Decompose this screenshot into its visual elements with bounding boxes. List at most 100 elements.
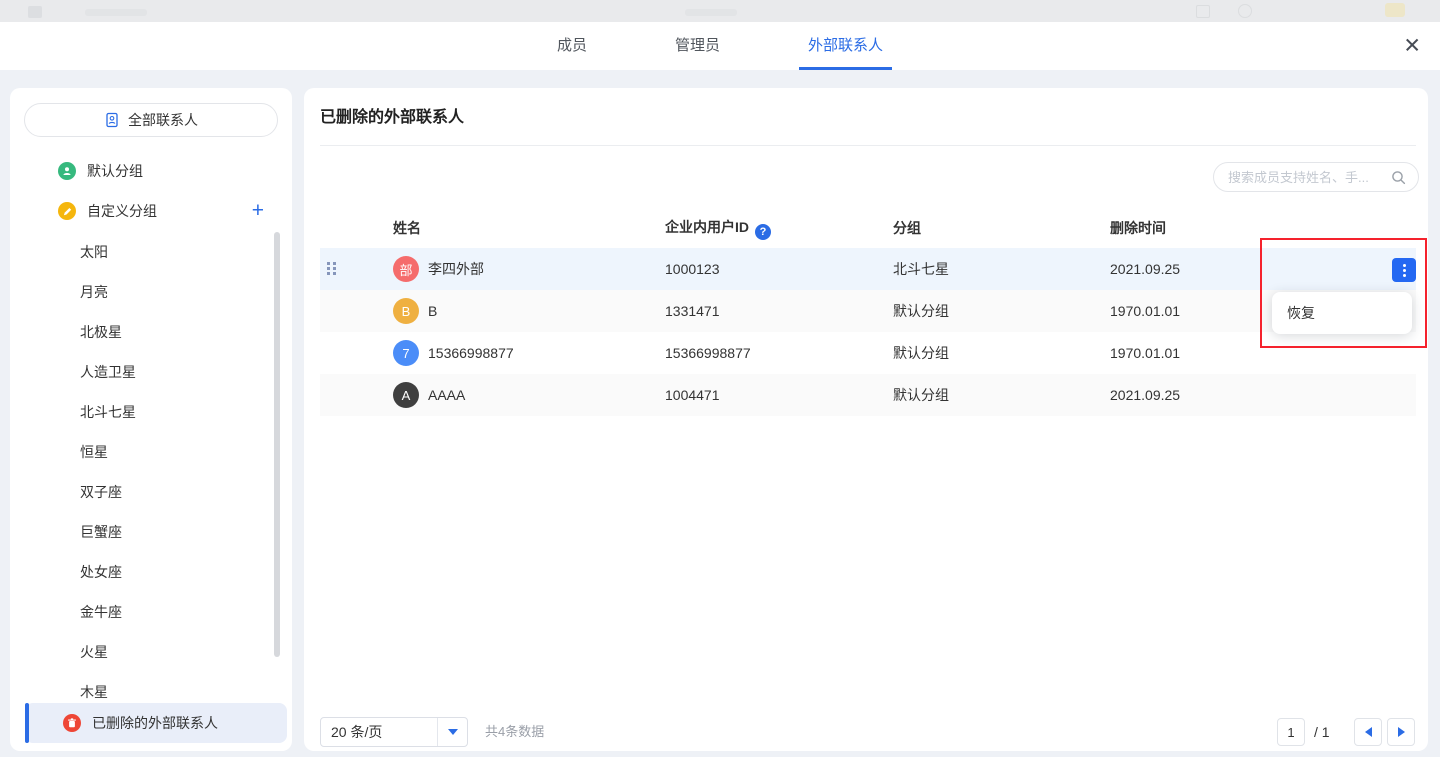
arrow-left-icon (1365, 727, 1372, 737)
sidebar-group-item[interactable]: 木星 (10, 672, 280, 703)
next-page-button[interactable] (1387, 718, 1415, 746)
contact-name: 15366998877 (428, 345, 514, 361)
table-row[interactable]: A AAAA 1004471 默认分组 2021.09.25 (320, 374, 1416, 416)
search-input[interactable] (1228, 170, 1385, 185)
sidebar-group-item[interactable]: 北斗七星 (10, 392, 280, 432)
tab-members[interactable]: 成员 (557, 22, 587, 70)
tab-external-contacts[interactable]: 外部联系人 (808, 22, 883, 70)
sidebar-item-default-group[interactable]: 默认分组 (24, 153, 278, 189)
column-name-label: 姓名 (393, 218, 421, 238)
sidebar-group-item[interactable]: 处女座 (10, 552, 280, 592)
page-total-label: / 1 (1314, 718, 1330, 746)
page-number-input[interactable]: 1 (1277, 718, 1305, 746)
dimmed-app-logo (28, 6, 42, 18)
column-deleted-time: 删除时间 (1110, 218, 1416, 238)
dimmed-background-bar (0, 0, 1440, 22)
row-name-cell: 部 李四外部 (393, 256, 665, 282)
sidebar-group-item[interactable]: 北极星 (10, 312, 280, 352)
table-row[interactable]: 部 李四外部 1000123 北斗七星 2021.09.25 (320, 248, 1416, 290)
sidebar-group-item[interactable]: 巨蟹座 (10, 512, 280, 552)
column-group: 分组 (893, 218, 1110, 238)
sidebar-group-item[interactable]: 恒星 (10, 432, 280, 472)
column-deleted-time-label: 删除时间 (1110, 220, 1166, 236)
contact-name: 李四外部 (428, 259, 484, 279)
deleted-contacts-panel: 已删除的外部联系人 姓名 企业内用户ID? 分组 删除时间 (304, 88, 1428, 751)
row-name-cell: B B (393, 298, 665, 324)
row-handle-cell (320, 346, 393, 360)
row-name-cell: 7 15366998877 (393, 340, 665, 366)
divider (320, 145, 1416, 146)
dialog-body: 全部联系人 默认分组 自定义分组 + 太阳月亮北极星人造卫星北斗七星恒星双子座巨… (0, 70, 1440, 757)
sidebar-item-deleted-contacts[interactable]: 已删除的外部联系人 (25, 703, 287, 743)
page-title: 已删除的外部联系人 (320, 98, 464, 138)
column-user-id-label: 企业内用户ID (665, 219, 749, 235)
user-id: 1000123 (665, 261, 893, 277)
person-icon (58, 162, 76, 180)
page-size-value: 20 条/页 (321, 722, 437, 742)
user-id: 1331471 (665, 303, 893, 319)
sidebar-scrollbar[interactable] (274, 232, 280, 657)
deleted-time: 2021.09.25 (1110, 261, 1416, 277)
deleted-time: 1970.01.01 (1110, 345, 1416, 361)
group-name: 默认分组 (893, 301, 1110, 321)
column-user-id: 企业内用户ID? (665, 217, 893, 240)
sidebar-group-item[interactable]: 月亮 (10, 272, 280, 312)
contact-name: AAAA (428, 387, 465, 403)
close-icon[interactable]: ✕ (1403, 36, 1421, 57)
trash-icon (63, 714, 81, 732)
add-group-icon[interactable]: + (242, 199, 264, 223)
sidebar-group-item[interactable]: 双子座 (10, 472, 280, 512)
group-name: 默认分组 (893, 385, 1110, 405)
search-box (1213, 162, 1419, 192)
group-name: 北斗七星 (893, 259, 1110, 279)
deleted-contacts-label: 已删除的外部联系人 (92, 713, 218, 733)
table-header: 姓名 企业内用户ID? 分组 删除时间 (320, 208, 1416, 248)
row-handle-cell (320, 388, 393, 402)
help-icon[interactable]: ? (755, 224, 771, 240)
column-name: 姓名 (393, 218, 665, 238)
chevron-down-icon (438, 729, 467, 735)
all-contacts-button[interactable]: 全部联系人 (24, 103, 278, 137)
group-name: 默认分组 (893, 343, 1110, 363)
avatar: B (393, 298, 419, 324)
user-id: 1004471 (665, 387, 893, 403)
sidebar-group-item[interactable]: 人造卫星 (10, 352, 280, 392)
pencil-icon (58, 202, 76, 220)
contacts-dialog: 成员 管理员 外部联系人 ✕ 全部联系人 默认分组 自定义分组 + (0, 22, 1440, 757)
row-handle-cell (320, 304, 393, 318)
dimmed-page-title (685, 9, 737, 16)
dimmed-window-icon (1196, 5, 1210, 18)
dimmed-org-name (85, 9, 147, 16)
total-count-label: 共4条数据 (485, 717, 544, 747)
dialog-header: 成员 管理员 外部联系人 ✕ (0, 22, 1440, 70)
search-icon[interactable] (1391, 170, 1406, 185)
drag-handle-icon[interactable] (327, 262, 337, 276)
table-body: 部 李四外部 1000123 北斗七星 2021.09.25 B B 13314… (320, 248, 1416, 416)
sidebar-group-item[interactable]: 金牛座 (10, 592, 280, 632)
user-id: 15366998877 (665, 345, 893, 361)
table-row[interactable]: 7 15366998877 15366998877 默认分组 1970.01.0… (320, 332, 1416, 374)
group-list: 太阳月亮北极星人造卫星北斗七星恒星双子座巨蟹座处女座金牛座火星木星 (10, 232, 280, 703)
custom-group-label: 自定义分组 (87, 201, 157, 221)
column-group-label: 分组 (893, 220, 921, 236)
dimmed-help-icon (1238, 4, 1252, 18)
page-size-select[interactable]: 20 条/页 (320, 717, 468, 747)
default-group-label: 默认分组 (87, 161, 143, 181)
arrow-right-icon (1398, 727, 1405, 737)
restore-menu-item[interactable]: 恢复 (1287, 303, 1315, 323)
tab-admins[interactable]: 管理员 (675, 22, 720, 70)
table-row[interactable]: B B 1331471 默认分组 1970.01.01 (320, 290, 1416, 332)
deleted-time: 2021.09.25 (1110, 387, 1416, 403)
contact-name: B (428, 303, 437, 319)
dimmed-crown-icon (1385, 3, 1405, 17)
all-contacts-label: 全部联系人 (128, 110, 198, 130)
row-name-cell: A AAAA (393, 382, 665, 408)
previous-page-button[interactable] (1354, 718, 1382, 746)
contacts-book-icon (104, 112, 120, 128)
avatar: 部 (393, 256, 419, 282)
sidebar-item-custom-group[interactable]: 自定义分组 + (24, 193, 278, 229)
groups-sidebar: 全部联系人 默认分组 自定义分组 + 太阳月亮北极星人造卫星北斗七星恒星双子座巨… (10, 88, 292, 751)
more-actions-button[interactable] (1392, 258, 1416, 282)
sidebar-group-item[interactable]: 太阳 (10, 232, 280, 272)
sidebar-group-item[interactable]: 火星 (10, 632, 280, 672)
